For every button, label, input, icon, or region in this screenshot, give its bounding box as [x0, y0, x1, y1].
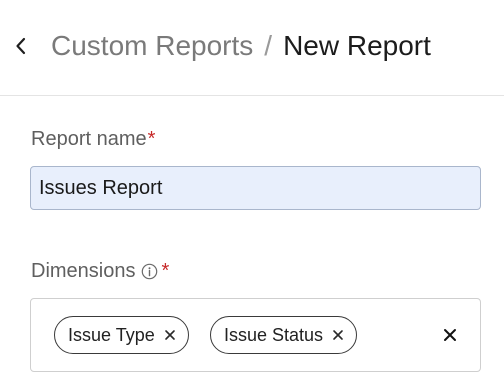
dimensions-multiselect[interactable]: Issue Type Issue Status — [30, 298, 481, 372]
breadcrumb-parent-link[interactable]: Custom Reports — [51, 30, 253, 62]
dimension-chip: Issue Status — [210, 316, 358, 354]
chip-label: Issue Status — [224, 324, 324, 345]
clear-all-close-icon[interactable] — [439, 322, 461, 348]
required-marker: * — [161, 259, 170, 282]
breadcrumb: Custom Reports / New Report — [51, 28, 431, 64]
info-icon[interactable] — [141, 263, 158, 280]
page-header: Custom Reports / New Report — [0, 0, 504, 96]
report-name-label: Report name * — [31, 126, 155, 152]
dimensions-label: Dimensions * — [31, 258, 169, 284]
chip-label: Issue Type — [68, 324, 155, 345]
required-marker: * — [147, 127, 156, 150]
remove-chip-close-icon[interactable] — [332, 329, 344, 341]
remove-chip-close-icon[interactable] — [164, 329, 176, 341]
breadcrumb-separator: / — [264, 30, 273, 61]
page-title: New Report — [283, 30, 431, 61]
report-name-input[interactable] — [30, 166, 481, 210]
chevron-left-icon — [16, 37, 26, 55]
dimension-chip: Issue Type — [54, 316, 189, 354]
back-button[interactable] — [8, 30, 34, 62]
dimensions-label-text: Dimensions — [31, 259, 136, 282]
report-name-label-text: Report name — [31, 127, 147, 150]
